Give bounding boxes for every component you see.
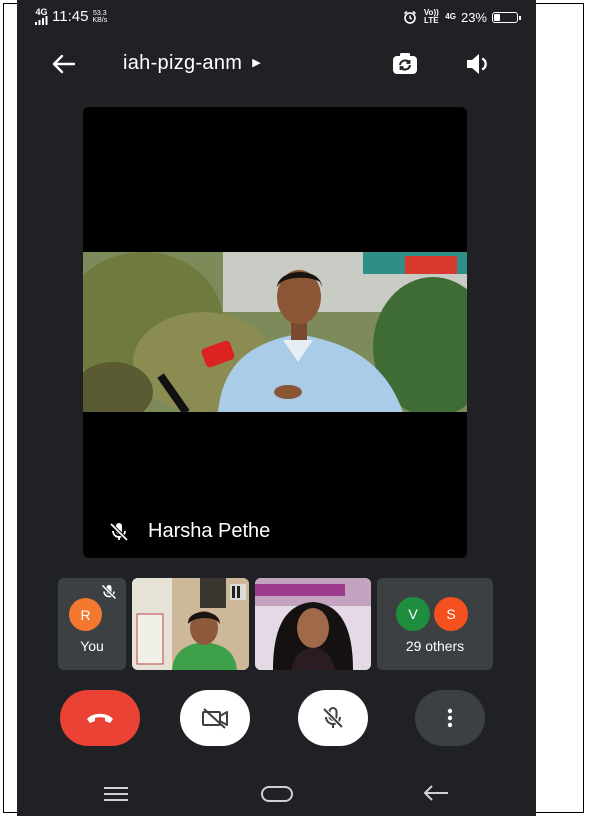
stage-caption: Harsha Pethe (108, 520, 270, 543)
toggle-mic-button[interactable] (298, 690, 368, 746)
participant-tile-video-2[interactable] (255, 578, 371, 670)
participant-label: You (80, 638, 104, 654)
mic-off-icon (109, 522, 129, 541)
alarm-icon (404, 10, 417, 24)
end-call-icon (87, 713, 113, 723)
speed-value: 53.3 (93, 9, 107, 17)
clock: 11:45 (52, 8, 89, 25)
volte-indicator: Vo)) LTE (423, 8, 439, 25)
battery-icon (492, 11, 521, 23)
meeting-code-button[interactable]: iah-pizg-anm ▶ (123, 52, 261, 75)
more-options-button[interactable] (415, 690, 485, 746)
meeting-code: iah-pizg-anm (123, 52, 243, 74)
network-type: 4G (35, 7, 48, 17)
more-vert-icon (447, 708, 453, 728)
nav-menu-icon[interactable] (102, 785, 130, 803)
system-nav-bar (17, 774, 536, 816)
others-count-label: 29 others (405, 638, 465, 654)
avatar: R (69, 598, 102, 631)
participant-video-1 (132, 578, 249, 670)
speaker-video (83, 252, 467, 412)
avatar: V (396, 597, 430, 631)
main-video-stage[interactable]: Harsha Pethe (83, 107, 467, 558)
signal-icon (35, 16, 48, 25)
back-arrow-icon[interactable] (50, 50, 78, 78)
battery-percent: 23% (460, 9, 487, 25)
speed-unit: KB/s (92, 16, 108, 24)
status-left: 4G 11:45 53.3 KB/s (35, 8, 107, 25)
toggle-camera-button[interactable] (180, 690, 250, 746)
chevron-right-icon: ▶ (252, 57, 261, 69)
end-call-button[interactable] (60, 690, 140, 746)
avatar: S (434, 597, 468, 631)
participant-video-2 (255, 578, 371, 670)
signal-type-2: 4G (445, 12, 456, 21)
nav-back-icon[interactable] (422, 783, 450, 803)
status-right: Vo)) LTE 4G 23% (403, 8, 521, 25)
status-bar: 4G 11:45 53.3 KB/s Vo)) LTE 4G 23% (17, 0, 536, 36)
switch-camera-icon[interactable] (390, 50, 420, 78)
battery-fill (494, 13, 500, 21)
participant-tile-video-1[interactable] (132, 578, 249, 670)
speaker-icon[interactable] (464, 51, 494, 77)
data-speed: 53.3 KB/s (92, 10, 107, 24)
top-app-bar: iah-pizg-anm ▶ (17, 44, 536, 84)
video-off-icon (202, 708, 228, 729)
speaker-name: Harsha Pethe (148, 520, 271, 542)
network-indicator: 4G (35, 8, 48, 25)
nav-home-icon[interactable] (260, 785, 294, 803)
participant-tile-you[interactable]: R You (58, 578, 126, 670)
mic-off-icon (101, 584, 117, 600)
phone-screen: 4G 11:45 53.3 KB/s Vo)) LTE 4G 23% iah-p… (17, 0, 536, 816)
participant-tile-others[interactable]: S V 29 others (377, 578, 493, 670)
mic-off-icon (322, 707, 344, 729)
